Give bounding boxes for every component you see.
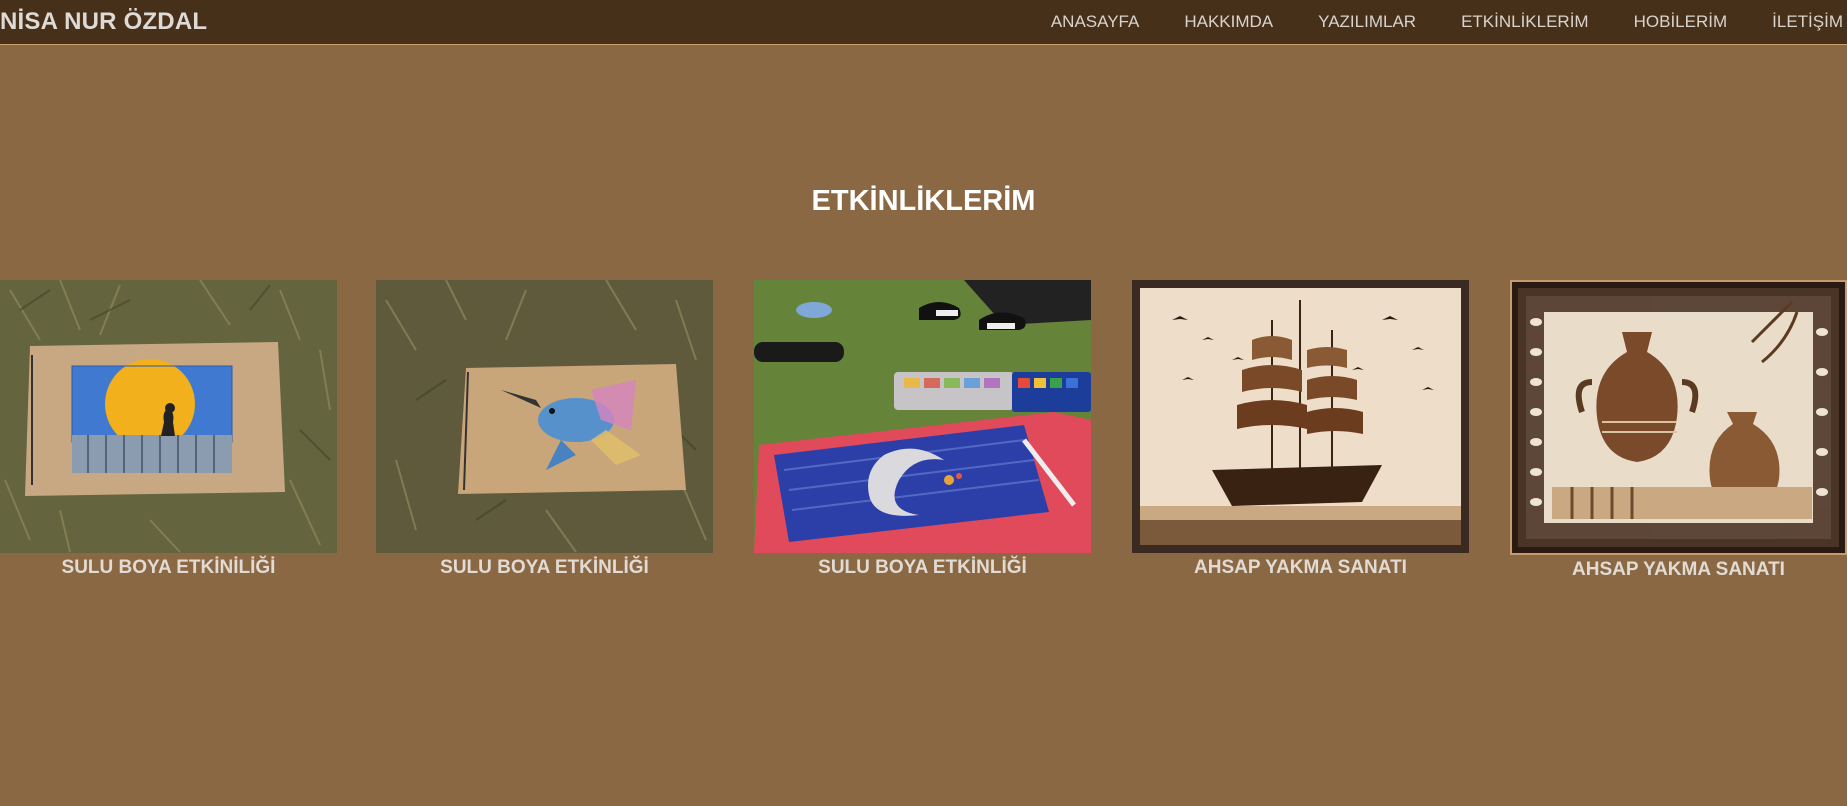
activity-card[interactable]: SULU BOYA ETKİNLİĞİ (376, 280, 713, 579)
nav-link-hakkimda[interactable]: HAKKIMDA (1184, 12, 1273, 32)
activity-card[interactable]: AHSAP YAKMA SANATI (1510, 280, 1847, 581)
activity-caption: SULU BOYA ETKİNLİĞİ (818, 557, 1027, 578)
card-highlight-frame (1510, 280, 1847, 555)
activity-photo[interactable] (376, 280, 713, 553)
nav-link-etkinliklerim[interactable]: ETKİNLİKLERİM (1461, 12, 1589, 32)
activity-photo[interactable] (1512, 282, 1845, 553)
nav-link-anasayfa[interactable]: ANASAYFA (1051, 12, 1140, 32)
activity-caption: SULU BOYA ETKİNLİĞİ (440, 557, 649, 578)
nav-menu: ANASAYFA HAKKIMDA YAZILIMLAR ETKİNLİKLER… (1051, 0, 1847, 44)
navbar: NİSA NUR ÖZDAL ANASAYFA HAKKIMDA YAZILIM… (0, 0, 1847, 45)
activity-photo[interactable] (754, 280, 1091, 553)
activity-card[interactable]: SULU BOYA ETKİNİLİĞİ (0, 280, 337, 579)
site-brand[interactable]: NİSA NUR ÖZDAL (0, 8, 207, 36)
activity-card[interactable]: SULU BOYA ETKİNLİĞİ (754, 280, 1091, 579)
section-title: ETKİNLİKLERİM (811, 185, 1036, 217)
nav-link-yazilimlar[interactable]: YAZILIMLAR (1318, 12, 1416, 32)
activity-card[interactable]: AHSAP YAKMA SANATI (1132, 280, 1469, 579)
nav-link-iletisim[interactable]: İLETİŞİM (1772, 12, 1843, 32)
activity-caption: AHSAP YAKMA SANATI (1194, 557, 1407, 578)
nav-link-hobilerim[interactable]: HOBİLERİM (1634, 12, 1728, 32)
activity-photo[interactable] (0, 280, 337, 553)
activity-caption: SULU BOYA ETKİNİLİĞİ (61, 557, 276, 578)
activity-caption: AHSAP YAKMA SANATI (1572, 559, 1785, 580)
activity-photo[interactable] (1132, 280, 1469, 553)
